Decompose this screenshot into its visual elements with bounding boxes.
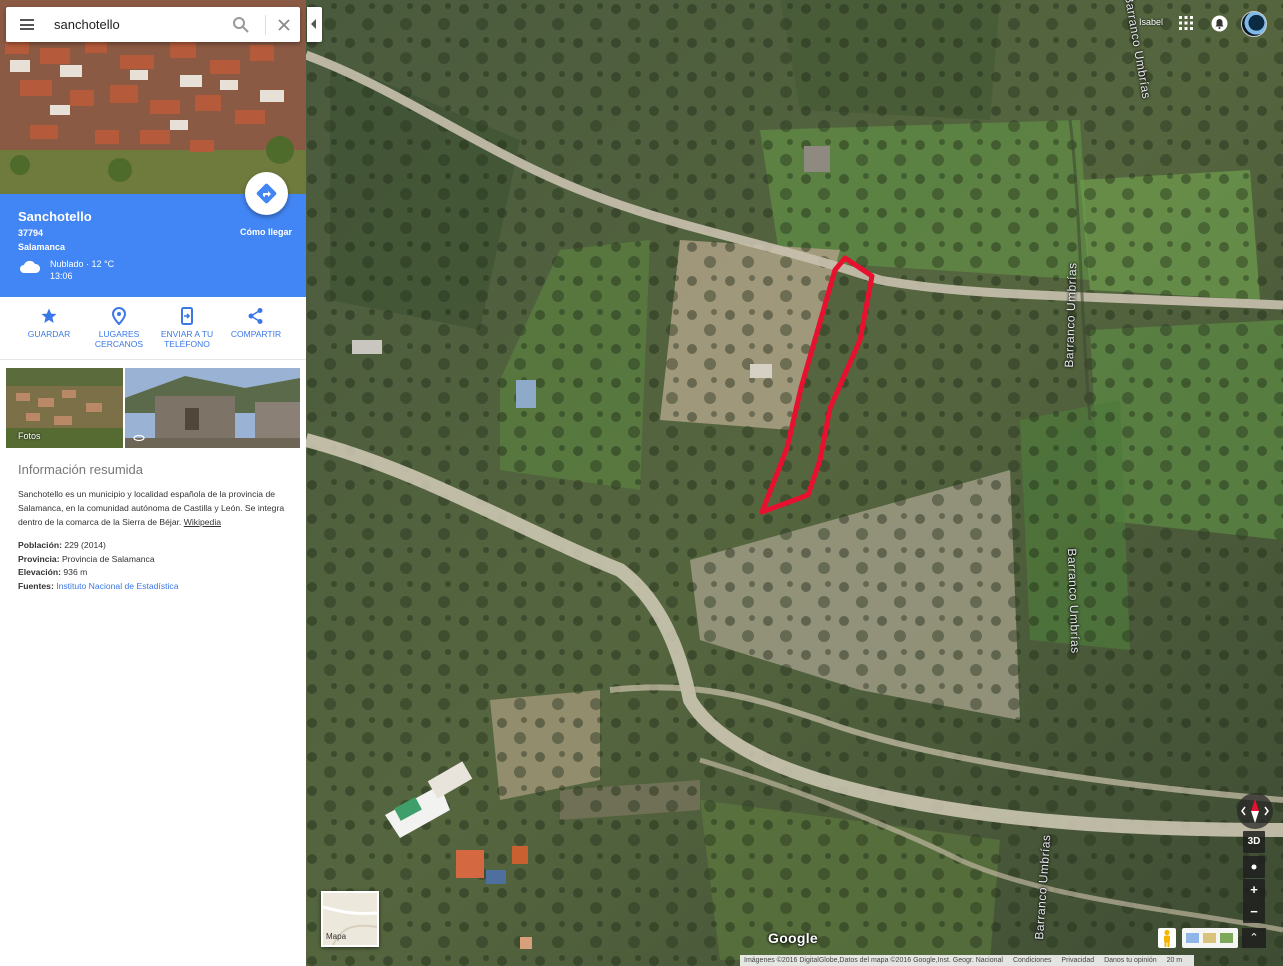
nearby-button[interactable]: LUGARES CERCANOS (84, 307, 154, 349)
minimap-label: Mapa (326, 932, 347, 941)
fact-row: Fuentes: Instituto Nacional de Estadísti… (18, 580, 290, 594)
fact-label: Población: (18, 540, 62, 550)
layer-thumb-icon (1203, 933, 1216, 943)
layer-thumb-icon (1220, 933, 1233, 943)
menu-icon[interactable] (20, 19, 34, 30)
compass-control[interactable] (1237, 793, 1273, 829)
fact-row: Elevación: 936 m (18, 566, 290, 580)
expand-imagery-button[interactable]: ⌃ (1242, 928, 1266, 948)
360-icon (133, 434, 145, 442)
source-link[interactable]: Instituto Nacional de Estadística (56, 581, 178, 591)
fact-label: Elevación: (18, 567, 61, 577)
map-footer: Imágenes ©2016 DigitalGlobe,Datos del ma… (740, 955, 1195, 966)
directions-button[interactable] (245, 172, 288, 215)
photo-strip: Fotos (6, 368, 300, 448)
weather-time: 13:06 (50, 271, 73, 281)
search-box: sanchotello (6, 7, 300, 42)
nearby-label: LUGARES CERCANOS (94, 329, 144, 349)
imagery-layers-strip[interactable] (1182, 928, 1238, 948)
scale-label[interactable]: 20 m (1167, 957, 1183, 964)
fact-label: Provincia: (18, 553, 60, 564)
my-location-button[interactable] (1243, 856, 1265, 878)
fact-row: Provincia: Provincia de Salamanca (18, 553, 290, 567)
church-photo (125, 368, 300, 448)
compass-icon (1241, 799, 1269, 823)
directions-label[interactable]: Cómo llegar (240, 227, 292, 237)
share-button[interactable]: COMPARTIR (221, 307, 291, 339)
summary-body: Sanchotello es un municipio y localidad … (18, 489, 285, 527)
share-icon (248, 308, 263, 324)
send-to-phone-button[interactable]: ENVIAR A TU TELÉFONO (152, 307, 222, 349)
collapse-arrow-icon (311, 19, 316, 29)
directions-icon (256, 183, 277, 204)
pegman-icon[interactable] (1158, 928, 1176, 948)
zoom-in-button[interactable]: + (1243, 879, 1265, 901)
fact-value: 229 (2014) (64, 540, 106, 550)
summary-text: Sanchotello es un municipio y localidad … (18, 487, 290, 529)
place-panel: sanchotello Sanchotello 37794 Salamanca … (0, 0, 306, 966)
location-pin-icon (111, 307, 127, 325)
cloud-icon (20, 260, 41, 273)
layer-thumb-icon (1186, 933, 1199, 943)
fact-value: Provincia de Salamanca (61, 553, 155, 564)
search-icon[interactable] (232, 16, 250, 34)
photos-label: Fotos (18, 431, 41, 441)
search-input[interactable]: sanchotello (54, 17, 120, 32)
map-type-switcher[interactable]: Mapa (321, 891, 379, 947)
fact-value: 936 m (63, 567, 88, 577)
share-label: COMPARTIR (230, 329, 282, 339)
zoom-out-button[interactable]: − (1243, 901, 1265, 923)
feedback-link[interactable]: Danos tu opinión (1104, 957, 1157, 964)
terms-link[interactable]: Condiciones (1013, 957, 1052, 964)
place-title: Sanchotello (18, 209, 92, 224)
attribution-text: Imágenes ©2016 DigitalGlobe,Datos del ma… (744, 957, 1003, 964)
close-icon[interactable] (274, 15, 294, 35)
tilt-3d-button[interactable]: 3D (1243, 831, 1265, 853)
save-label: GUARDAR (27, 329, 71, 339)
wikipedia-link[interactable]: Wikipedia (184, 517, 221, 527)
privacy-link[interactable]: Privacidad (1061, 957, 1094, 964)
send-to-phone-label: ENVIAR A TU TELÉFONO (160, 329, 214, 349)
facts-list: Población: 229 (2014) Provincia: Provinc… (18, 539, 290, 593)
street-view-thumbnail[interactable] (125, 368, 300, 448)
save-button[interactable]: GUARDAR (14, 307, 84, 339)
user-avatar[interactable] (1241, 11, 1267, 37)
postal-code: 37794 (18, 228, 44, 238)
action-bar: GUARDAR LUGARES CERCANOS ENVIAR A TU TEL… (0, 297, 306, 360)
summary-section: Información resumida Sanchotello es un m… (18, 462, 290, 593)
star-icon (41, 308, 57, 323)
place-region: Salamanca (18, 242, 66, 252)
weather-text: Nublado · 12 °C (50, 259, 115, 269)
photos-thumbnail[interactable]: Fotos (6, 368, 123, 448)
collapse-panel-button[interactable] (307, 7, 322, 42)
fact-row: Población: 229 (2014) (18, 539, 290, 553)
summary-title: Información resumida (18, 462, 143, 477)
google-logo: Google (768, 930, 819, 946)
apps-grid-icon[interactable] (1179, 16, 1193, 30)
location-dot-icon (1251, 864, 1257, 870)
user-name[interactable]: Isabel (1139, 17, 1163, 27)
notifications-bell-icon[interactable] (1211, 15, 1228, 32)
fact-label: Fuentes: (18, 580, 54, 591)
search-divider (265, 15, 266, 35)
send-to-phone-icon (181, 307, 193, 325)
